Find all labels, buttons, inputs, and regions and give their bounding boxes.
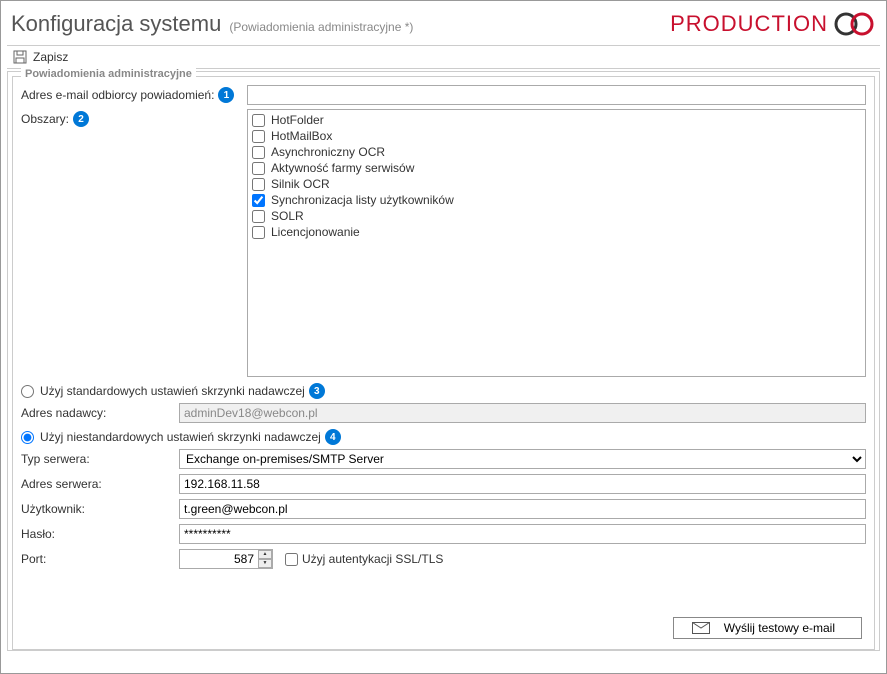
radio-custom-label: Użyj niestandardowych ustawień skrzynki … xyxy=(40,430,321,444)
ssl-checkbox[interactable] xyxy=(285,553,298,566)
user-label: Użytkownik: xyxy=(21,502,179,516)
area-item: HotMailBox xyxy=(252,128,861,144)
email-recipient-input[interactable] xyxy=(247,85,866,105)
email-recipient-label: Adres e-mail odbiorcy powiadomień: xyxy=(21,88,214,102)
area-checkbox-farm-activity[interactable] xyxy=(252,162,265,175)
toolbar: Zapisz xyxy=(7,46,880,69)
ssl-label: Użyj autentykacji SSL/TLS xyxy=(302,552,443,566)
area-checkbox-hotfolder[interactable] xyxy=(252,114,265,127)
save-icon xyxy=(13,50,27,64)
area-label: HotMailBox xyxy=(271,129,332,143)
area-checkbox-async-ocr[interactable] xyxy=(252,146,265,159)
area-item: Licencjonowanie xyxy=(252,224,861,240)
area-item: Aktywność farmy serwisów xyxy=(252,160,861,176)
production-badge: PRODUCTION xyxy=(670,11,874,37)
area-label: HotFolder xyxy=(271,113,324,127)
area-item: HotFolder xyxy=(252,112,861,128)
area-label: Synchronizacja listy użytkowników xyxy=(271,193,454,207)
area-checkbox-ocr-engine[interactable] xyxy=(252,178,265,191)
header: Konfiguracja systemu (Powiadomienia admi… xyxy=(7,7,880,46)
port-spinner-down[interactable]: ▼ xyxy=(258,559,272,568)
area-label: Aktywność farmy serwisów xyxy=(271,161,414,175)
production-logo-icon xyxy=(834,11,874,37)
area-checkbox-solr[interactable] xyxy=(252,210,265,223)
sender-address-input xyxy=(179,403,866,423)
production-label: PRODUCTION xyxy=(670,11,828,37)
port-label: Port: xyxy=(21,552,179,566)
port-spinner-up[interactable]: ▲ xyxy=(258,550,272,559)
password-label: Hasło: xyxy=(21,527,179,541)
content-panel: Powiadomienia administracyjne Adres e-ma… xyxy=(7,71,880,651)
mail-icon xyxy=(692,622,710,634)
area-label: Silnik OCR xyxy=(271,177,330,191)
user-input[interactable] xyxy=(179,499,866,519)
area-item: Silnik OCR xyxy=(252,176,861,192)
server-address-label: Adres serwera: xyxy=(21,477,179,491)
main-window: Konfiguracja systemu (Powiadomienia admi… xyxy=(0,0,887,674)
radio-standard-label: Użyj standardowych ustawień skrzynki nad… xyxy=(40,384,305,398)
save-button[interactable]: Zapisz xyxy=(33,50,68,64)
area-item: SOLR xyxy=(252,208,861,224)
badge-4: 4 xyxy=(325,429,341,445)
badge-2: 2 xyxy=(73,111,89,127)
area-checkbox-licensing[interactable] xyxy=(252,226,265,239)
area-label: Licencjonowanie xyxy=(271,225,360,239)
server-type-label: Typ serwera: xyxy=(21,452,179,466)
notifications-fieldset: Powiadomienia administracyjne Adres e-ma… xyxy=(12,76,875,650)
password-input[interactable] xyxy=(179,524,866,544)
sender-address-label: Adres nadawcy: xyxy=(21,406,179,420)
send-test-email-button[interactable]: Wyślij testowy e-mail xyxy=(673,617,862,639)
page-title: Konfiguracja systemu xyxy=(11,11,221,37)
area-checkbox-hotmailbox[interactable] xyxy=(252,130,265,143)
page-subtitle: (Powiadomienia administracyjne *) xyxy=(229,20,413,34)
fieldset-legend: Powiadomienia administracyjne xyxy=(21,68,196,80)
badge-3: 3 xyxy=(309,383,325,399)
areas-listbox[interactable]: HotFolder HotMailBox Asynchroniczny OCR … xyxy=(247,109,866,377)
area-label: SOLR xyxy=(271,209,304,223)
area-checkbox-user-sync[interactable] xyxy=(252,194,265,207)
server-type-select[interactable]: Exchange on-premises/SMTP Server xyxy=(179,449,866,469)
badge-1: 1 xyxy=(218,87,234,103)
radio-custom-sendbox[interactable] xyxy=(21,431,34,444)
area-label: Asynchroniczny OCR xyxy=(271,145,385,159)
areas-label: Obszary: xyxy=(21,112,69,126)
send-test-email-label: Wyślij testowy e-mail xyxy=(724,621,835,635)
server-address-input[interactable] xyxy=(179,474,866,494)
area-item: Synchronizacja listy użytkowników xyxy=(252,192,861,208)
area-item: Asynchroniczny OCR xyxy=(252,144,861,160)
radio-standard-sendbox[interactable] xyxy=(21,385,34,398)
